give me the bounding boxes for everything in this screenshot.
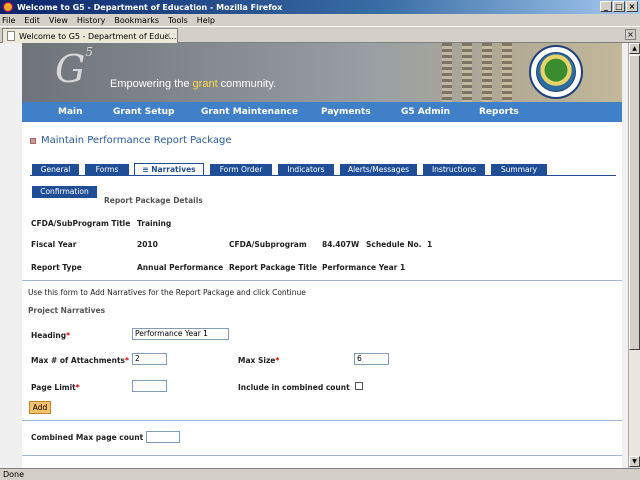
combined-max-label: Combined Max page count bbox=[31, 433, 144, 442]
menu-help[interactable]: Help bbox=[197, 16, 215, 25]
heading-input[interactable]: Performance Year 1 bbox=[132, 328, 229, 340]
package-title-value: Performance Year 1 bbox=[322, 263, 406, 272]
tagline: Empowering the grant community. bbox=[110, 78, 277, 90]
g5-logo: G5 bbox=[55, 45, 93, 91]
page-limit-label: Page Limit* bbox=[31, 383, 80, 392]
page: G5 Empowering the grant community. Main … bbox=[22, 43, 622, 468]
decor-shelf bbox=[482, 43, 492, 102]
page-limit-input[interactable] bbox=[132, 380, 167, 392]
instruction-text: Use this form to Add Narratives for the … bbox=[28, 288, 306, 297]
schedule-value: 1 bbox=[427, 240, 433, 249]
content-viewport: G5 Empowering the grant community. Main … bbox=[0, 43, 628, 468]
add-button[interactable]: Add bbox=[29, 401, 51, 414]
window-titlebar: Welcome to G5 - Department of Education … bbox=[0, 0, 640, 14]
divider bbox=[22, 455, 622, 456]
nav-g5-admin[interactable]: G5 Admin bbox=[401, 107, 450, 117]
nav-grant-setup[interactable]: Grant Setup bbox=[113, 107, 174, 117]
minimize-button[interactable]: _ bbox=[600, 1, 612, 12]
menu-bookmarks[interactable]: Bookmarks bbox=[114, 16, 159, 25]
tab-close-icon[interactable]: × bbox=[164, 31, 171, 40]
report-type-value: Annual Performance bbox=[137, 263, 224, 272]
title-square-icon bbox=[30, 137, 36, 144]
scroll-down-icon[interactable]: ▼ bbox=[629, 456, 640, 467]
close-window-button[interactable]: × bbox=[626, 1, 638, 12]
cfda-title-label: CFDA/SubProgram Title bbox=[31, 219, 131, 228]
header-banner: G5 Empowering the grant community. bbox=[22, 43, 622, 102]
cfda-sub-label: CFDA/Subprogram bbox=[229, 240, 307, 249]
menu-bar: File Edit View History Bookmarks Tools H… bbox=[0, 14, 640, 27]
browser-tab-title: Welcome to G5 - Department of Educ... bbox=[19, 31, 177, 41]
menu-history[interactable]: History bbox=[77, 16, 105, 25]
package-title-label: Report Package Title bbox=[229, 263, 318, 272]
report-type-label: Report Type bbox=[31, 263, 82, 272]
heading-label: Heading* bbox=[31, 331, 71, 340]
tab-underline bbox=[30, 175, 616, 176]
menu-file[interactable]: File bbox=[2, 16, 15, 25]
decor-shelf bbox=[462, 43, 472, 102]
scroll-thumb[interactable] bbox=[629, 55, 640, 350]
details-heading: Report Package Details bbox=[104, 196, 203, 205]
browser-tab[interactable]: Welcome to G5 - Department of Educ... × bbox=[2, 28, 178, 43]
decor-shelf bbox=[502, 43, 512, 102]
narratives-heading: Project Narratives bbox=[28, 306, 106, 315]
browser-tab-strip: Welcome to G5 - Department of Educ... × … bbox=[0, 27, 640, 43]
vertical-scrollbar[interactable]: ▲ ▼ bbox=[628, 43, 640, 468]
nav-grant-maintenance[interactable]: Grant Maintenance bbox=[201, 107, 298, 117]
firefox-icon bbox=[3, 2, 13, 12]
close-tab-button[interactable]: × bbox=[625, 29, 636, 40]
window-title: Welcome to G5 - Department of Education … bbox=[17, 2, 283, 12]
max-attachments-input[interactable]: 2 bbox=[132, 353, 167, 365]
schedule-label: Schedule No. bbox=[366, 240, 422, 249]
nav-payments[interactable]: Payments bbox=[321, 107, 371, 117]
combined-max-input[interactable] bbox=[146, 431, 180, 443]
scroll-up-icon[interactable]: ▲ bbox=[629, 43, 640, 54]
menu-edit[interactable]: Edit bbox=[24, 16, 40, 25]
max-size-input[interactable]: 6 bbox=[354, 353, 389, 365]
menu-tools[interactable]: Tools bbox=[168, 16, 188, 25]
include-combined-label: Include in combined count bbox=[238, 383, 350, 392]
tab-confirmation[interactable]: Confirmation bbox=[32, 186, 97, 198]
include-combined-checkbox[interactable] bbox=[355, 382, 363, 390]
fiscal-year-label: Fiscal Year bbox=[31, 240, 77, 249]
main-nav: Main Grant Setup Grant Maintenance Payme… bbox=[22, 102, 622, 122]
fiscal-year-value: 2010 bbox=[137, 240, 158, 249]
cfda-title-value: Training bbox=[137, 219, 172, 228]
max-attachments-label: Max # of Attachments* bbox=[31, 356, 129, 365]
divider bbox=[22, 420, 622, 421]
menu-view[interactable]: View bbox=[49, 16, 68, 25]
nav-main[interactable]: Main bbox=[58, 107, 83, 117]
cfda-sub-value: 84.407W bbox=[322, 240, 360, 249]
maximize-button[interactable]: □ bbox=[613, 1, 625, 12]
nav-reports[interactable]: Reports bbox=[479, 107, 519, 117]
divider bbox=[22, 280, 622, 281]
status-bar: Done bbox=[0, 468, 640, 480]
decor-shelf bbox=[442, 43, 452, 102]
page-icon bbox=[7, 31, 15, 41]
department-seal-icon bbox=[529, 45, 583, 99]
max-size-label: Max Size* bbox=[238, 356, 280, 365]
page-title: Maintain Performance Report Package bbox=[30, 135, 232, 146]
